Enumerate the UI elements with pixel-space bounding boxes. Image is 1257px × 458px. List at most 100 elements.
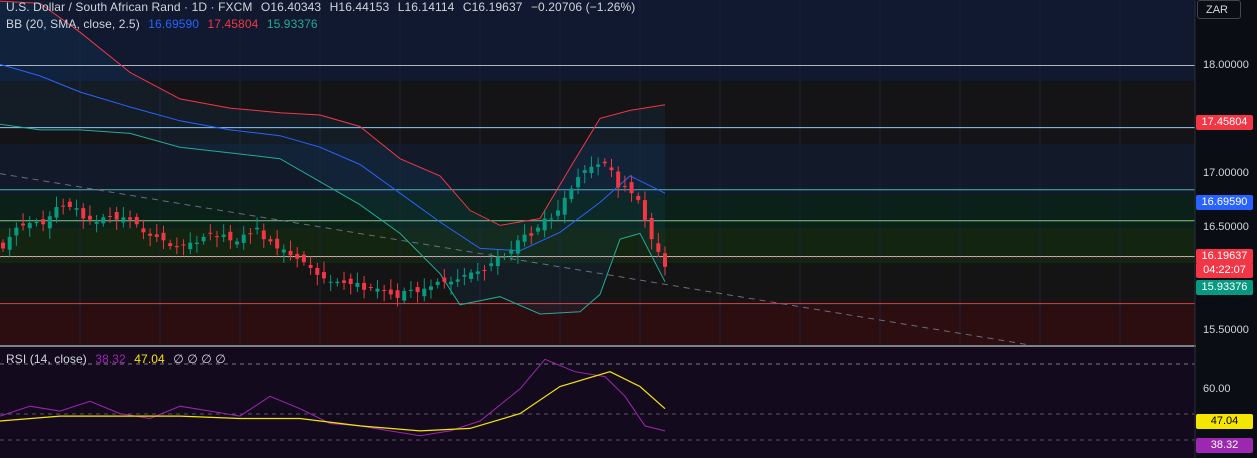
candle-body-2 xyxy=(14,227,19,236)
candle-body-65 xyxy=(435,281,440,285)
basis-badge: 16.69590 xyxy=(1196,195,1253,210)
ohlc-high: H16.44153 xyxy=(329,0,390,14)
candle-body-85 xyxy=(569,188,574,200)
candle-body-9 xyxy=(61,205,66,207)
candle-body-64 xyxy=(428,286,433,291)
candle-body-24 xyxy=(161,232,166,241)
candle-body-69 xyxy=(462,274,467,277)
candle-body-57 xyxy=(382,290,387,292)
candle-body-47 xyxy=(315,267,320,275)
candle-body-17 xyxy=(114,212,119,220)
candle-body-83 xyxy=(556,210,561,216)
candle-body-5 xyxy=(34,221,39,224)
candle-body-50 xyxy=(335,281,340,284)
candle-body-79 xyxy=(529,233,534,236)
candle-body-40 xyxy=(268,239,273,242)
candle-body-60 xyxy=(402,290,407,301)
candle-body-30 xyxy=(201,236,206,242)
candle-body-53 xyxy=(355,282,360,287)
candle-body-37 xyxy=(248,233,253,235)
price-tick-15-5: 15.50000 xyxy=(1203,324,1249,336)
bb-basis-value: 16.69590 xyxy=(148,17,200,31)
candle-body-19 xyxy=(128,217,133,220)
candle-body-49 xyxy=(328,281,333,283)
bb-lower-value: 15.93376 xyxy=(266,17,318,31)
candle-body-93 xyxy=(622,186,627,188)
ohlc-close: C16.19637 xyxy=(462,0,523,14)
candle-body-42 xyxy=(281,249,286,253)
candle-body-84 xyxy=(562,197,567,215)
price-chart-canvas[interactable] xyxy=(0,0,1257,458)
candle-body-35 xyxy=(235,241,240,245)
candle-body-95 xyxy=(636,195,641,201)
candle-body-55 xyxy=(368,287,373,289)
candle-body-26 xyxy=(174,246,179,248)
candle-body-62 xyxy=(415,287,420,293)
rsi-tick-60: 60.00 xyxy=(1203,383,1231,395)
rsi-badge: 38.32 xyxy=(1196,438,1253,453)
bb-indicator-name[interactable]: BB (20, SMA, close, 2.5) xyxy=(6,17,140,31)
last-price-badge: 16.19637 xyxy=(1196,249,1253,264)
candle-body-72 xyxy=(482,270,487,272)
candle-body-18 xyxy=(121,217,126,223)
candle-body-78 xyxy=(522,234,527,242)
price-tick-17: 17.00000 xyxy=(1203,167,1249,179)
rsi-value: 38.32 xyxy=(95,352,126,366)
candle-body-27 xyxy=(181,244,186,246)
symbol-legend[interactable]: U.S. Dollar / South African Rand · 1D · … xyxy=(6,0,640,14)
candle-body-94 xyxy=(629,182,634,194)
candle-body-0 xyxy=(1,242,5,249)
candle-body-32 xyxy=(214,236,219,238)
candle-body-90 xyxy=(602,161,607,164)
candle-body-66 xyxy=(442,277,447,282)
candle-body-99 xyxy=(663,253,667,267)
candle-body-46 xyxy=(308,264,313,268)
rsi-extra-values: ∅ ∅ ∅ ∅ xyxy=(173,352,226,366)
candle-body-1 xyxy=(7,236,12,250)
candle-body-43 xyxy=(288,250,293,256)
candle-body-11 xyxy=(74,208,79,210)
candle-body-74 xyxy=(495,256,500,267)
candle-body-21 xyxy=(141,228,146,233)
candle-body-68 xyxy=(455,279,460,282)
candle-body-73 xyxy=(489,263,494,267)
rsi-indicator-name[interactable]: RSI (14, close) xyxy=(6,352,87,366)
candle-body-16 xyxy=(107,215,112,217)
candle-body-61 xyxy=(408,289,413,291)
candle-body-44 xyxy=(295,253,300,259)
bb-upper-value: 17.45804 xyxy=(207,17,259,31)
candle-body-80 xyxy=(535,227,540,232)
candle-body-33 xyxy=(221,234,226,237)
rsi-ma-badge: 47.04 xyxy=(1196,414,1253,429)
candle-body-39 xyxy=(261,230,266,240)
candle-body-63 xyxy=(422,288,427,297)
price-tick-16-5: 16.50000 xyxy=(1203,221,1249,233)
candle-body-20 xyxy=(134,216,139,225)
candle-body-45 xyxy=(301,254,306,263)
countdown-badge: 04:22:07 xyxy=(1196,263,1253,278)
candle-body-10 xyxy=(67,201,72,207)
rsi-legend[interactable]: RSI (14, close) 38.32 47.04 ∅ ∅ ∅ ∅ xyxy=(6,352,231,366)
upper-band-badge: 17.45804 xyxy=(1196,115,1253,130)
candle-body-70 xyxy=(469,272,474,279)
candle-body-13 xyxy=(87,215,92,220)
candle-body-89 xyxy=(596,164,601,167)
candle-body-3 xyxy=(21,223,26,226)
candle-body-36 xyxy=(241,234,246,243)
candle-body-58 xyxy=(388,289,393,295)
candle-body-82 xyxy=(549,218,554,220)
candle-body-22 xyxy=(148,233,153,236)
candle-body-52 xyxy=(348,278,353,285)
candle-body-77 xyxy=(515,240,520,254)
candle-body-97 xyxy=(649,218,654,240)
candle-body-86 xyxy=(576,177,581,188)
candle-body-96 xyxy=(642,200,647,221)
candle-body-91 xyxy=(609,167,614,171)
bb-legend[interactable]: BB (20, SMA, close, 2.5) 16.69590 17.458… xyxy=(6,17,323,31)
candle-body-76 xyxy=(509,249,514,254)
candle-body-48 xyxy=(321,272,326,279)
symbol-title[interactable]: U.S. Dollar / South African Rand · 1D · … xyxy=(6,0,252,14)
ohlc-change: −0.20706 (−1.26%) xyxy=(530,0,636,14)
currency-label[interactable]: ZAR xyxy=(1197,0,1241,19)
candle-body-7 xyxy=(47,216,52,229)
